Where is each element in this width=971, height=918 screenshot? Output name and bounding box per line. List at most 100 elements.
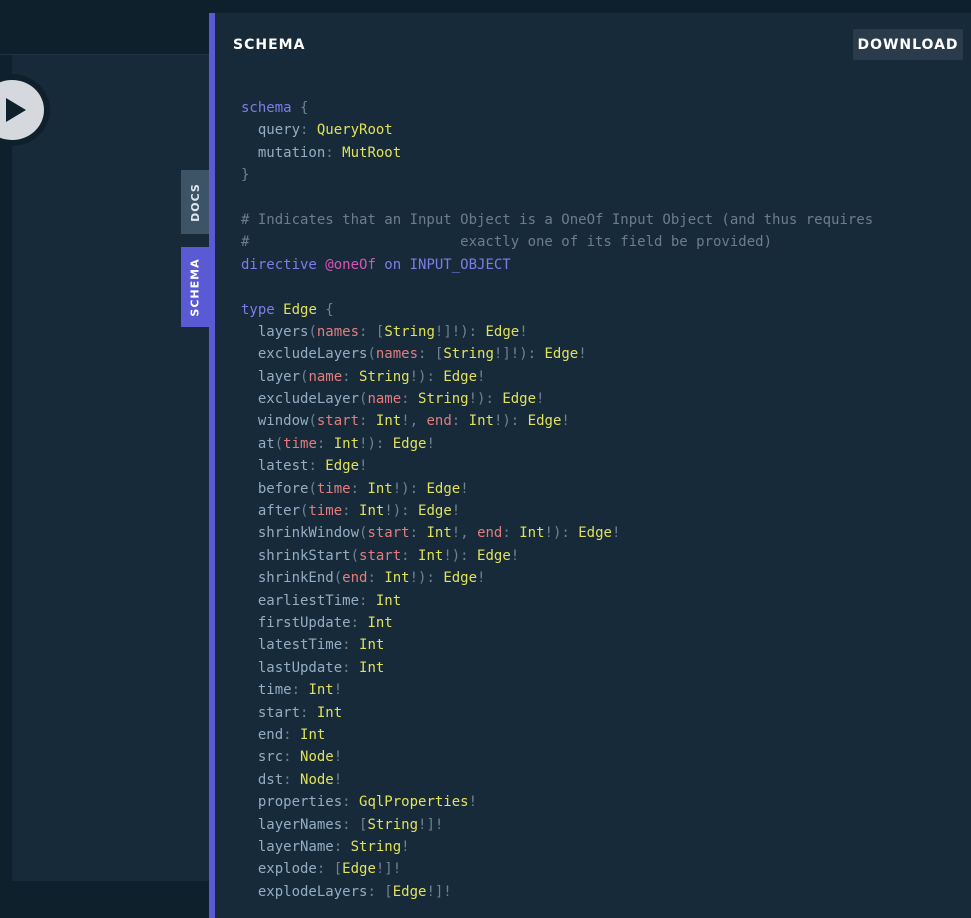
schema-token: Edge xyxy=(502,391,537,408)
schema-token: ( xyxy=(333,570,343,587)
schema-line: start: Int xyxy=(241,702,873,724)
schema-line: firstUpdate: Int xyxy=(241,612,873,634)
schema-token: time xyxy=(316,480,351,497)
schema-token: Int xyxy=(367,614,393,631)
schema-token: !): xyxy=(392,480,427,497)
tab-docs[interactable]: DOCS xyxy=(181,170,209,234)
schema-token: : xyxy=(342,794,360,811)
schema-token: !]! xyxy=(375,861,402,878)
schema-line: directive @oneOf on INPUT_OBJECT xyxy=(241,254,873,276)
schema-line: query: QueryRoot xyxy=(241,119,873,141)
schema-token: String xyxy=(350,838,402,855)
schema-token: window xyxy=(241,413,309,430)
schema-token: properties xyxy=(241,794,343,811)
schema-token: schema xyxy=(241,100,292,116)
schema-token: Edge xyxy=(485,323,520,340)
schema-token: ! xyxy=(536,391,545,408)
schema-token: : [ xyxy=(342,816,368,833)
schema-token: at xyxy=(241,435,275,452)
schema-line: end: Int xyxy=(241,724,873,746)
schema-token: !): xyxy=(359,435,393,452)
panel-title: SCHEMA xyxy=(233,37,306,53)
schema-token: Edge xyxy=(544,346,579,363)
schema-line: time: Int! xyxy=(241,679,873,701)
schema-token: ( xyxy=(308,480,317,497)
schema-token: Int xyxy=(300,726,326,743)
schema-token: ! xyxy=(333,771,343,788)
schema-token: end xyxy=(241,726,284,743)
schema-token: ! xyxy=(359,458,368,475)
schema-token: before xyxy=(241,480,309,497)
schema-token: : xyxy=(283,726,301,743)
schema-line: window(start: Int!, end: Int!): Edge! xyxy=(241,410,873,432)
schema-token: ! xyxy=(426,435,435,452)
schema-token: ! xyxy=(401,838,410,855)
schema-token: Int xyxy=(426,525,452,542)
schema-line: at(time: Int!): Edge! xyxy=(241,433,873,455)
schema-token: ! xyxy=(333,749,343,766)
schema-token: : xyxy=(300,704,317,721)
schema-line: earliestTime: Int xyxy=(241,590,873,612)
schema-token: : xyxy=(350,480,368,497)
download-button[interactable]: DOWNLOAD xyxy=(853,29,963,60)
schema-token: : xyxy=(451,413,469,430)
schema-token: !): xyxy=(493,413,528,430)
tab-schema-label: SCHEMA xyxy=(188,257,202,317)
schema-token: on xyxy=(375,256,410,273)
schema-token: end xyxy=(426,413,452,430)
schema-line: lastUpdate: Int xyxy=(241,657,873,679)
schema-token: String xyxy=(418,391,469,408)
schema-token: layerNames xyxy=(241,816,343,833)
schema-token: : xyxy=(401,391,419,408)
schema-token: ( xyxy=(308,323,317,340)
editor-gutter xyxy=(0,55,12,881)
schema-token: Int xyxy=(359,637,385,654)
schema-token: ! xyxy=(451,503,461,520)
schema-token: !): xyxy=(409,570,444,587)
schema-token: !): xyxy=(384,503,419,520)
schema-line: # Indicates that an Input Object is a On… xyxy=(241,209,873,231)
schema-token: : xyxy=(409,525,427,542)
schema-token: Node xyxy=(300,749,334,766)
schema-token: ( xyxy=(350,547,360,564)
schema-token: : xyxy=(342,659,360,676)
schema-token: : xyxy=(308,458,326,475)
schema-token: earliestTime xyxy=(241,592,360,609)
schema-token: : xyxy=(283,771,301,788)
schema-token: Edge xyxy=(392,435,427,452)
schema-line: layerNames: [String!]! xyxy=(241,814,873,836)
schema-token: start xyxy=(359,547,402,564)
schema-line: before(time: Int!): Edge! xyxy=(241,478,873,500)
query-editor[interactable] xyxy=(12,55,209,881)
schema-token: Edge xyxy=(392,883,427,900)
schema-token: start xyxy=(241,704,301,721)
schema-token: Edge xyxy=(527,413,562,430)
schema-token: : xyxy=(283,749,301,766)
schema-token: Edge xyxy=(342,861,376,878)
schema-line: layer(name: String!): Edge! xyxy=(241,366,873,388)
schema-token: Edge xyxy=(477,547,511,564)
schema-line: type Edge { xyxy=(241,299,873,321)
schema-token: Int xyxy=(519,525,545,542)
schema-line: # exactly one of its field be provided) xyxy=(241,231,873,253)
schema-token: !]!): xyxy=(493,346,545,363)
schema-token: query xyxy=(241,122,301,139)
schema-line: } xyxy=(241,164,873,186)
schema-token: excludeLayer xyxy=(241,391,360,408)
schema-line: latestTime: Int xyxy=(241,634,873,656)
schema-token: ! xyxy=(578,346,587,363)
schema-line: excludeLayer(name: String!): Edge! xyxy=(241,388,873,410)
schema-line: shrinkEnd(end: Int!): Edge! xyxy=(241,567,873,589)
schema-token: ! xyxy=(519,323,528,340)
schema-line: shrinkStart(start: Int!): Edge! xyxy=(241,545,873,567)
schema-token: String xyxy=(384,323,435,340)
tab-schema[interactable]: SCHEMA xyxy=(181,247,209,327)
schema-token: ! xyxy=(333,682,343,699)
schema-token: after xyxy=(241,503,301,520)
schema-token: time xyxy=(241,682,292,699)
schema-line: properties: GqlProperties! xyxy=(241,791,873,813)
schema-token: ! xyxy=(477,368,486,385)
schema-line: explodeLayers: [Edge!]! xyxy=(241,881,873,903)
schema-token: Int xyxy=(333,435,360,452)
schema-token: mutation xyxy=(241,144,326,161)
